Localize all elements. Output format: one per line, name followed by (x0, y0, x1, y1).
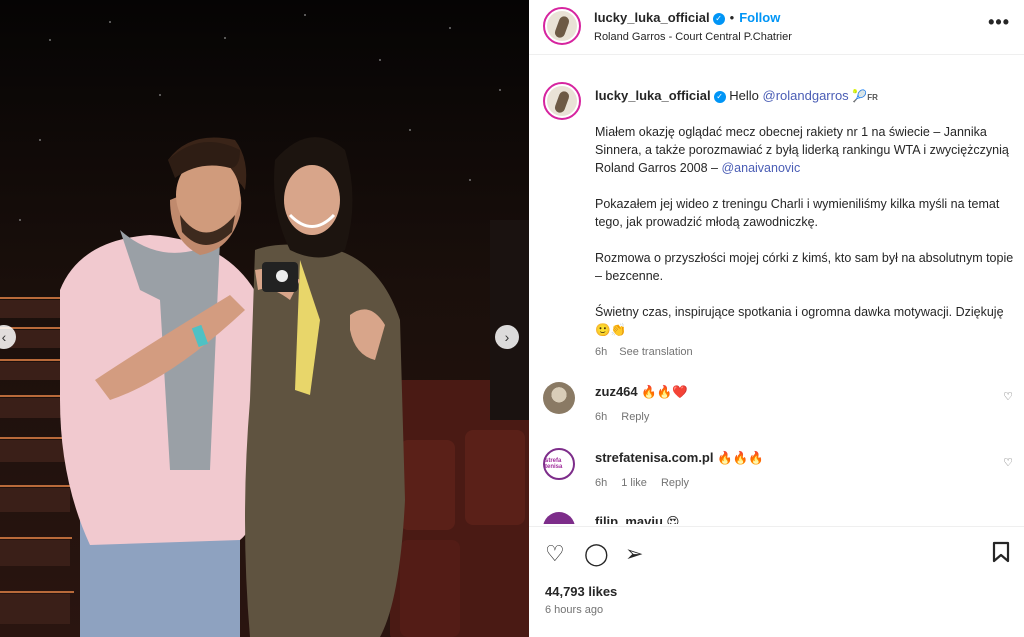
mention-rolandgarros[interactable]: @rolandgarros (763, 88, 849, 103)
comment-meta: 6h Reply (595, 411, 663, 423)
comment-username[interactable]: filip_maviu (595, 514, 663, 524)
heart-icon[interactable]: ♡ (545, 541, 565, 567)
reply-button[interactable]: Reply (621, 411, 649, 423)
comment-time: 6h (595, 477, 608, 489)
caption-username[interactable]: lucky_luka_official (595, 88, 711, 103)
caption-paragraph: Świetny czas, inspirujące spotkania i og… (595, 305, 1004, 337)
caption-meta: 6h See translation (595, 346, 705, 358)
post-actions: ♡ ◯ ➢ 44,793 likes 6 hours ago (529, 526, 1024, 637)
mention-anaivanovic[interactable]: @anaivanovic (721, 161, 800, 175)
avatar[interactable]: strefa tenisa (543, 448, 575, 480)
caption-paragraph: Pokazałem jej wideo z treningu Charli i … (595, 197, 1000, 229)
emoji: 🙂👏 (595, 323, 627, 337)
author-avatar[interactable] (543, 7, 581, 45)
likes-count[interactable]: 44,793 likes (545, 584, 617, 599)
chevron-right-icon[interactable]: › (495, 325, 519, 349)
caption-avatar[interactable] (543, 82, 581, 120)
author-line: lucky_luka_official ✓ • Follow (594, 10, 781, 25)
caption-paragraph: Miałem okazję oglądać mecz obecnej rakie… (595, 125, 1009, 175)
post-photo[interactable]: ‹ › (0, 0, 529, 637)
photo-illustration (0, 0, 529, 637)
location-link[interactable]: Roland Garros - Court Central P.Chatrier (594, 31, 792, 43)
comment-text: 🔥🔥❤️ (641, 385, 688, 399)
comment-username[interactable]: strefatenisa.com.pl (595, 450, 714, 465)
heart-icon[interactable]: ♡ (1003, 456, 1013, 469)
caption-paragraph: Rozmowa o przyszłości mojej córki z kimś… (595, 251, 1014, 283)
tennis-racket-icon: 🎾 (852, 89, 868, 103)
post-header: lucky_luka_official ✓ • Follow Roland Garro… (529, 0, 1024, 55)
comment-likes[interactable]: 1 like (621, 477, 647, 489)
share-icon[interactable]: ➢ (625, 541, 643, 567)
caption-body: Miałem okazję oglądać mecz obecnej rakie… (595, 123, 1020, 357)
post-time: 6 hours ago (545, 604, 604, 616)
verified-icon: ✓ (712, 12, 725, 25)
comment: strefa tenisa strefatenisa.com.pl 🔥🔥🔥 6h… (543, 448, 1013, 492)
comment-text: 😍 (666, 515, 680, 524)
avatar[interactable] (543, 382, 575, 414)
post-sidebar: lucky_luka_official ✓ • Follow Roland Garro… (529, 0, 1024, 637)
author-username[interactable]: lucky_luka_official (594, 10, 710, 25)
lang-tag: FR (867, 93, 878, 102)
follow-button[interactable]: Follow (739, 10, 780, 25)
heart-icon[interactable]: ♡ (1003, 390, 1013, 403)
more-icon[interactable]: ••• (988, 12, 1010, 33)
comment: zuz464 🔥🔥❤️ 6h Reply ♡ (543, 382, 1013, 423)
avatar[interactable] (543, 512, 575, 524)
comment-username[interactable]: zuz464 (595, 384, 638, 399)
comment-text: 🔥🔥🔥 (716, 451, 764, 465)
caption-time: 6h (595, 346, 608, 358)
comment-time: 6h (595, 411, 608, 423)
see-translation-link[interactable]: See translation (619, 346, 692, 358)
reply-button[interactable]: Reply (661, 477, 689, 489)
caption-header: lucky_luka_official ✓ Hello @rolandgarros… (595, 88, 878, 103)
caption-greeting: Hello (729, 88, 759, 103)
verified-icon: ✓ (713, 90, 726, 103)
bookmark-icon[interactable] (992, 541, 1010, 569)
comment-icon[interactable]: ◯ (584, 541, 609, 567)
comment-meta: 6h 1 like Reply (595, 477, 703, 489)
comment: filip_maviu 😍 (543, 512, 1013, 524)
